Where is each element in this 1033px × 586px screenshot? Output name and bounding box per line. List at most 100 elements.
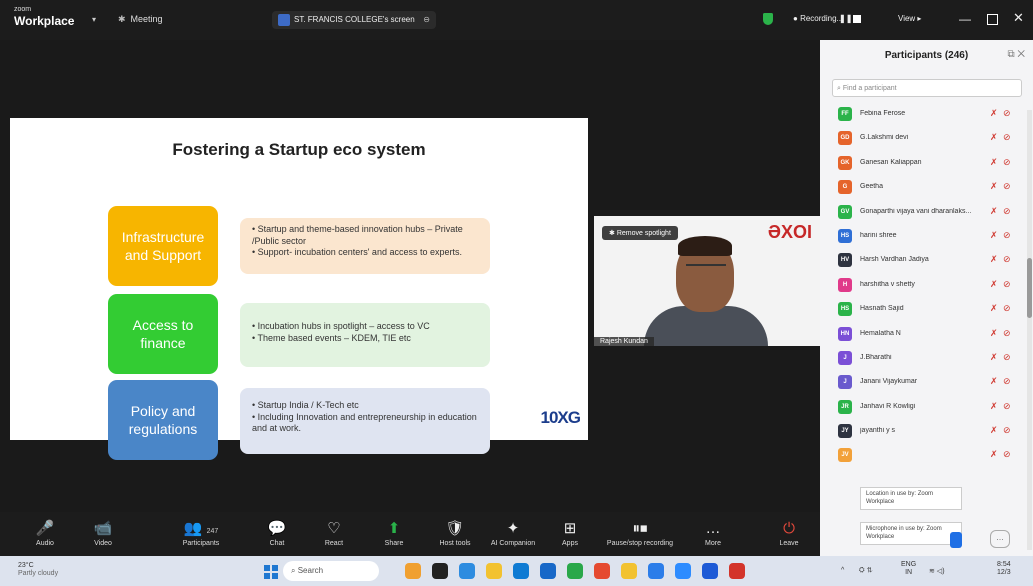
chrome-icon[interactable] (621, 563, 637, 579)
panel-more-button[interactable]: … (990, 530, 1010, 548)
video-off-icon[interactable]: ⊘ (1003, 254, 1011, 265)
meeting-tab[interactable]: ✱ Meeting (118, 14, 163, 25)
muted-mic-icon[interactable]: ✗ (990, 401, 998, 412)
participant-row[interactable]: HS harini shree ✗ ⊘ (820, 224, 1025, 248)
video-off-icon[interactable]: ⊘ (1003, 328, 1011, 339)
taskbar-app-icon[interactable] (729, 563, 745, 579)
maximize-icon[interactable] (987, 14, 998, 25)
participant-row[interactable]: HN Hemalatha N ✗ ⊘ (820, 322, 1025, 346)
react-button[interactable]: ♡ React (307, 512, 361, 547)
muted-mic-icon[interactable]: ✗ (990, 157, 998, 168)
muted-mic-icon[interactable]: ✗ (990, 303, 998, 314)
participant-row[interactable]: HS Hasnath Sajid ✗ ⊘ (820, 297, 1025, 321)
video-off-icon[interactable]: ⊘ (1003, 279, 1011, 290)
leave-button[interactable]: ⏻ Leave (762, 512, 816, 547)
muted-mic-icon[interactable]: ✗ (990, 108, 998, 119)
video-off-icon[interactable]: ⊘ (1003, 108, 1011, 119)
video-off-icon[interactable]: ⊘ (1003, 206, 1011, 217)
spotlight-video[interactable]: ✱ Remove spotlight ƏXOI Rajesh Kundan (594, 216, 820, 346)
video-off-icon[interactable]: ⊘ (1003, 425, 1011, 436)
participant-search-input[interactable]: ⌕ Find a participant (832, 79, 1022, 97)
app-brand[interactable]: zoom Workplace (14, 6, 74, 27)
view-button[interactable]: View ▸ (898, 14, 921, 23)
expand-icon[interactable]: ⊖ (423, 11, 430, 29)
close-icon[interactable]: ✕ (1013, 10, 1024, 26)
taskbar-app-icon[interactable] (459, 563, 475, 579)
weather-widget[interactable]: 23°C Partly cloudy (18, 562, 58, 579)
participant-row[interactable]: J Janani Vijaykumar ✗ ⊘ (820, 370, 1025, 394)
recording-status[interactable]: ● Recording... (793, 14, 843, 23)
muted-mic-icon[interactable]: ✗ (990, 352, 998, 363)
share-button[interactable]: ⬆ Share (367, 512, 421, 547)
host-tools-button[interactable]: 🛡 Host tools (428, 512, 482, 547)
participant-row[interactable]: GV Gonaparthi vijaya vani dharanlaks... ✗ ⊘ (820, 200, 1025, 224)
ai-companion-button[interactable]: ✦ AI Companion (486, 512, 540, 547)
screen-share-pill[interactable]: ST. FRANCIS COLLEGE's screen ⊖ (272, 11, 436, 29)
muted-mic-icon[interactable]: ✗ (990, 181, 998, 192)
taskbar-search[interactable]: ⌕ Search (283, 561, 379, 581)
stop-recording-icon[interactable] (853, 15, 861, 23)
network-sound-icons[interactable]: ≋ ◁) (929, 567, 945, 575)
invite-button[interactable] (950, 532, 962, 548)
muted-mic-icon[interactable]: ✗ (990, 425, 998, 436)
participant-row[interactable]: GD G.Lakshmi devi ✗ ⊘ (820, 126, 1025, 150)
muted-mic-icon[interactable]: ✗ (990, 132, 998, 143)
file-explorer-icon[interactable] (486, 563, 502, 579)
muted-mic-icon[interactable]: ✗ (990, 254, 998, 265)
video-off-icon[interactable]: ⊘ (1003, 376, 1011, 387)
clock[interactable]: 8:54 12/3 (997, 561, 1011, 578)
participant-row[interactable]: Hharshitha v shetty ✗ ⊘ (820, 273, 1025, 297)
video-off-icon[interactable]: ⊘ (1003, 157, 1011, 168)
video-off-icon[interactable]: ⊘ (1003, 449, 1011, 460)
participant-row[interactable]: JR Janhavi R Kowligi ✗ ⊘ (820, 395, 1025, 419)
taskbar-app-icon[interactable] (432, 563, 448, 579)
chrome-icon[interactable] (648, 563, 664, 579)
taskbar-app-icon[interactable] (405, 563, 421, 579)
taskbar-app-icon[interactable] (702, 563, 718, 579)
video-off-icon[interactable]: ⊘ (1003, 303, 1011, 314)
video-off-icon[interactable]: ⊘ (1003, 132, 1011, 143)
muted-mic-icon[interactable]: ✗ (990, 376, 998, 387)
audio-button[interactable]: 🎤 Audio (18, 512, 72, 547)
muted-mic-icon[interactable]: ✗ (990, 449, 998, 460)
video-off-icon[interactable]: ⊘ (1003, 352, 1011, 363)
participant-row[interactable]: J J.Bharathi ✗ ⊘ (820, 346, 1025, 370)
close-panel-icon[interactable]: ✕ (1017, 49, 1025, 60)
tray-icons[interactable]: ⛭ ⇅ (859, 567, 873, 575)
participant-row[interactable]: HV Harsh Vardhan Jadiya ✗ ⊘ (820, 248, 1025, 272)
participants-button[interactable]: 👥 247 Participants (174, 512, 228, 547)
more-button[interactable]: … More (686, 512, 740, 547)
participant-row[interactable]: JV ✗ ⊘ (820, 443, 1025, 467)
edge-icon[interactable] (513, 563, 529, 579)
chevron-down-icon[interactable]: ▾ (92, 15, 96, 24)
video-button[interactable]: 📹 Video (76, 512, 130, 547)
video-off-icon[interactable]: ⊘ (1003, 230, 1011, 241)
scrollbar-thumb[interactable] (1027, 258, 1032, 318)
popout-icon[interactable]: ⧉ (1007, 49, 1014, 60)
apps-button[interactable]: ⊞ Apps (543, 512, 597, 547)
zoom-taskbar-icon[interactable] (675, 563, 691, 579)
recording-controls-button[interactable]: ⏸⏹ Pause/stop recording (600, 512, 680, 547)
participant-row[interactable]: FF Febina Ferose ✗ ⊘ (820, 102, 1025, 126)
chrome-icon[interactable] (594, 563, 610, 579)
participant-row[interactable]: G Geetha ✗ ⊘ (820, 175, 1025, 199)
video-off-icon[interactable]: ⊘ (1003, 181, 1011, 192)
windows-start-icon[interactable] (264, 565, 278, 579)
chat-button[interactable]: 💬 Chat (250, 512, 304, 547)
taskbar-app-icon[interactable] (540, 563, 556, 579)
chrome-icon[interactable] (567, 563, 583, 579)
tray-overflow-icon[interactable]: ^ (841, 567, 844, 574)
language-indicator[interactable]: ENG IN (901, 561, 916, 578)
participant-row[interactable]: GK Ganesan Kaliappan ✗ ⊘ (820, 151, 1025, 175)
participant-row[interactable]: JY jayanthi y s ✗ ⊘ (820, 419, 1025, 443)
muted-mic-icon[interactable]: ✗ (990, 230, 998, 241)
video-off-icon[interactable]: ⊘ (1003, 401, 1011, 412)
scrollbar[interactable] (1027, 110, 1032, 550)
minimize-icon[interactable]: — (959, 12, 971, 26)
muted-mic-icon[interactable]: ✗ (990, 206, 998, 217)
security-shield-icon[interactable] (763, 13, 773, 25)
muted-mic-icon[interactable]: ✗ (990, 279, 998, 290)
pause-recording-icon[interactable]: ❚❚ (839, 14, 852, 23)
remove-spotlight-button[interactable]: ✱ Remove spotlight (602, 226, 678, 240)
muted-mic-icon[interactable]: ✗ (990, 328, 998, 339)
